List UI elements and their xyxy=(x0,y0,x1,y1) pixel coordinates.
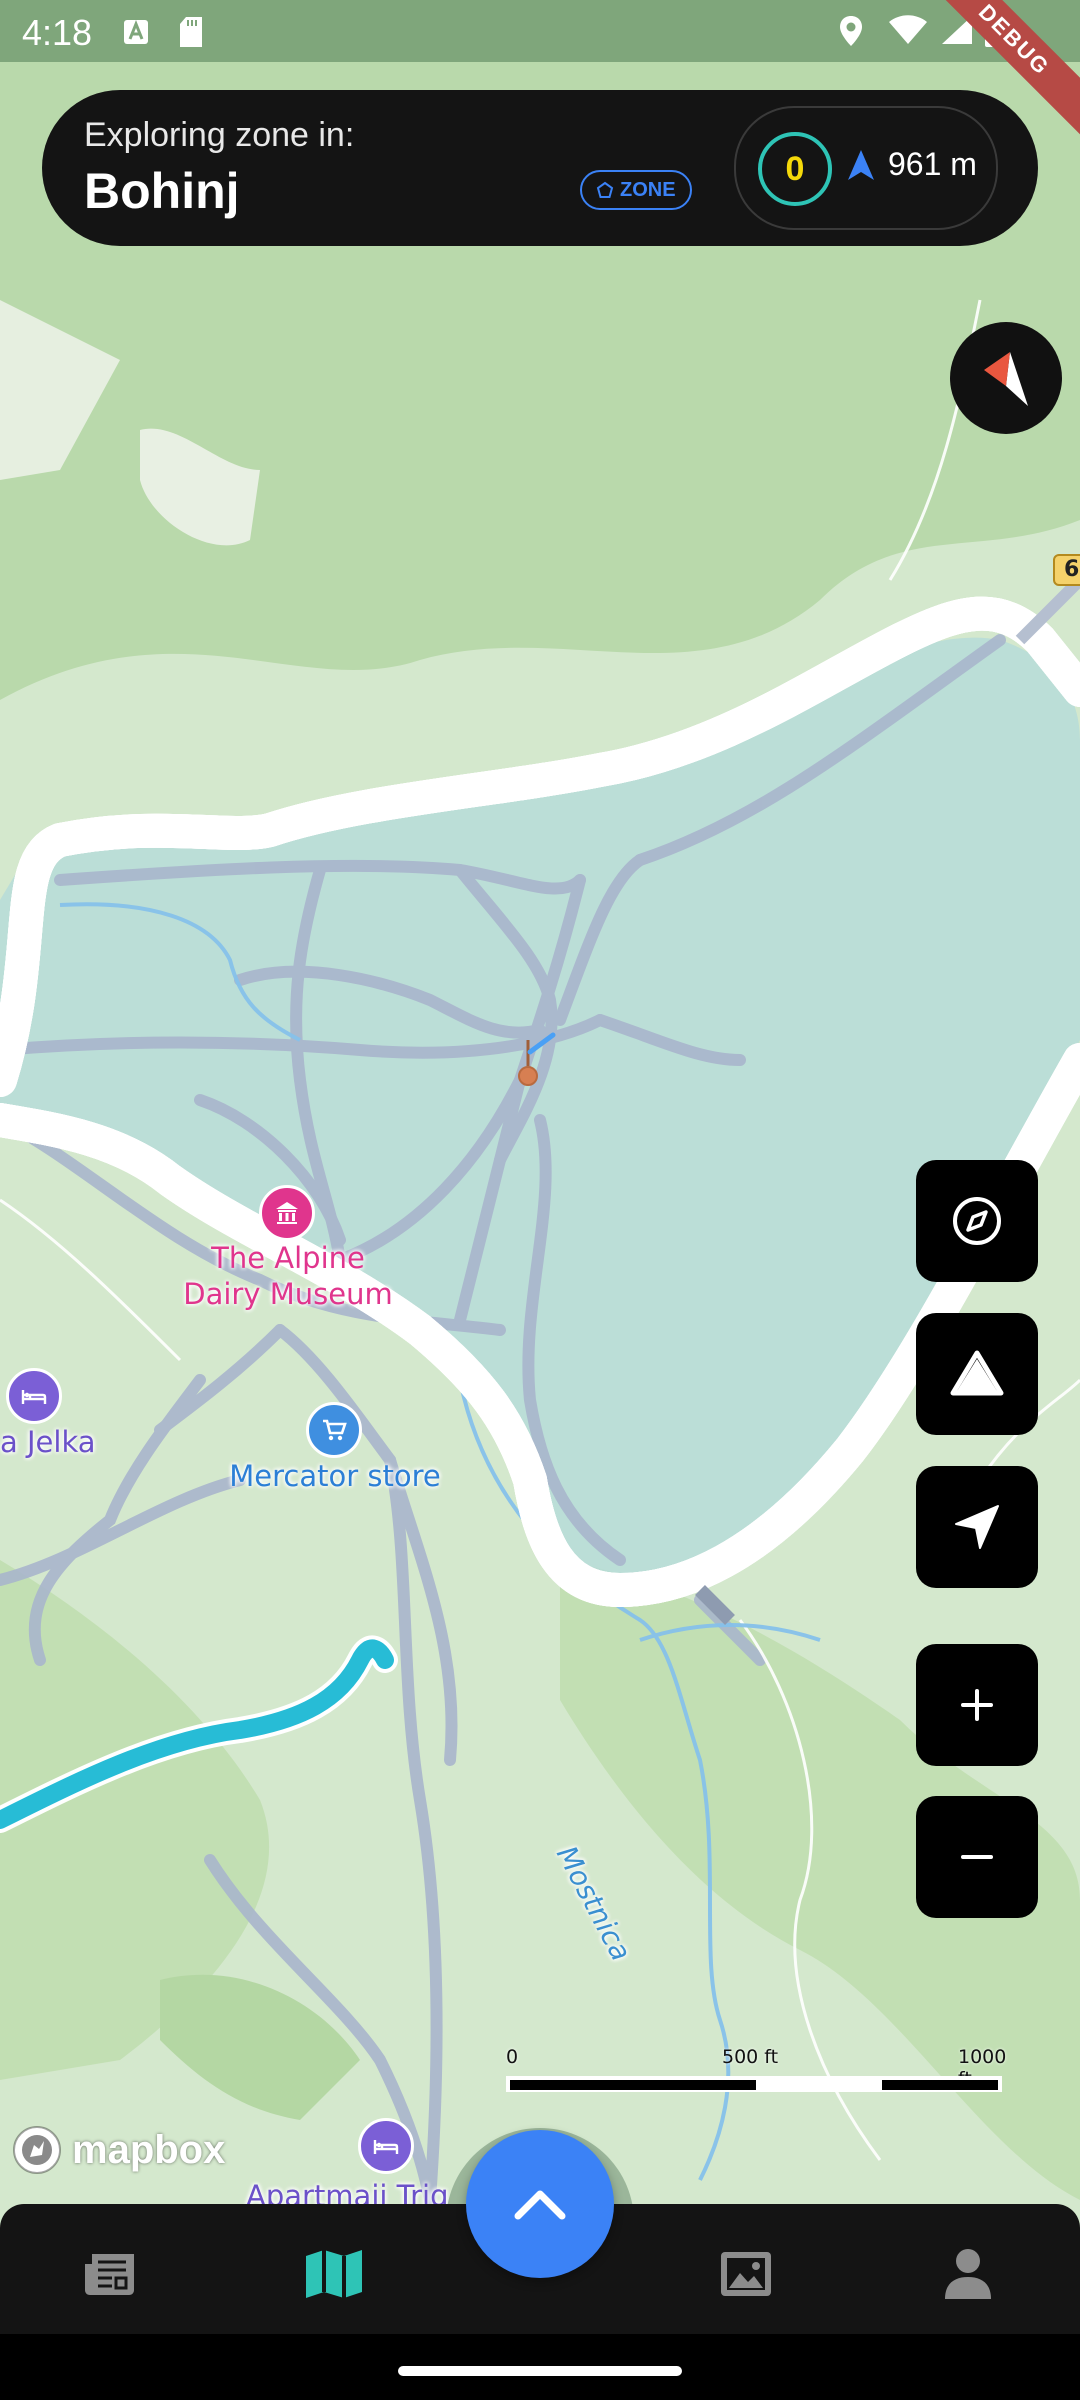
zoom-in-button[interactable] xyxy=(916,1644,1038,1766)
museum-label[interactable]: The Alpine Dairy Museum xyxy=(160,1240,416,1312)
compass-button[interactable] xyxy=(950,322,1062,434)
store-poi-icon[interactable] xyxy=(306,1402,362,1458)
map-icon xyxy=(306,2250,362,2298)
compass-reset-button[interactable] xyxy=(916,1160,1038,1282)
zone-badge-label: ZONE xyxy=(620,179,676,201)
jelka-label[interactable]: a Jelka xyxy=(0,1424,96,1460)
zone-header-card[interactable]: Exploring zone in: Bohinj ZONE 0 961 m xyxy=(42,90,1038,246)
home-indicator[interactable] xyxy=(398,2366,682,2376)
distance-value: 961 m xyxy=(888,146,977,182)
image-icon xyxy=(721,2252,771,2296)
scale-label-mid: 500 ft xyxy=(722,2046,779,2068)
person-icon xyxy=(945,2249,991,2299)
chevron-up-icon xyxy=(514,2190,566,2220)
store-label[interactable]: Mercator store xyxy=(210,1458,460,1494)
nav-gallery-button[interactable] xyxy=(716,2244,776,2304)
status-bar: 4:18 DEBUG xyxy=(0,0,1080,147)
zoom-out-button[interactable] xyxy=(916,1796,1038,1918)
locate-button[interactable] xyxy=(916,1466,1038,1588)
nav-profile-button[interactable] xyxy=(938,2244,998,2304)
zone-label: Exploring zone in: xyxy=(84,116,355,154)
location-arrow-icon xyxy=(955,1505,999,1549)
plus-icon xyxy=(961,1689,993,1721)
nav-map-button[interactable] xyxy=(304,2244,364,2304)
compass-needle-icon xyxy=(984,352,1028,406)
terrain-button[interactable] xyxy=(916,1313,1038,1435)
score-counter: 0 xyxy=(758,132,832,206)
nav-news-button[interactable] xyxy=(80,2244,140,2304)
expand-fab-button[interactable] xyxy=(466,2130,614,2278)
lodging-poi-icon[interactable] xyxy=(6,1368,62,1424)
explore-icon xyxy=(953,1197,1001,1245)
minus-icon xyxy=(961,1855,993,1859)
app-notification-icon xyxy=(122,18,150,50)
mapbox-wordmark: mapbox xyxy=(72,2127,226,2172)
zone-name: Bohinj xyxy=(84,163,240,219)
mountain-icon xyxy=(950,1350,1004,1396)
mapbox-logo-icon xyxy=(13,2126,61,2174)
museum-poi-icon[interactable] xyxy=(259,1185,315,1241)
status-time: 4:18 xyxy=(22,12,93,53)
road-shield-label: 6 xyxy=(1064,557,1080,582)
sd-card-icon xyxy=(178,16,204,52)
scale-label-zero: 0 xyxy=(506,2046,519,2068)
zone-badge[interactable]: ZONE xyxy=(580,170,692,210)
mapbox-attribution[interactable]: mapbox xyxy=(10,2122,225,2178)
wifi-icon xyxy=(888,14,928,50)
newspaper-icon xyxy=(85,2254,134,2295)
apartment-poi-icon[interactable] xyxy=(358,2118,414,2174)
pentagon-icon xyxy=(596,181,614,198)
scale-bar xyxy=(506,2076,1002,2092)
stats-pill[interactable]: 0 961 m xyxy=(734,106,998,230)
location-icon xyxy=(838,14,864,52)
navigation-arrow-icon xyxy=(846,148,876,186)
